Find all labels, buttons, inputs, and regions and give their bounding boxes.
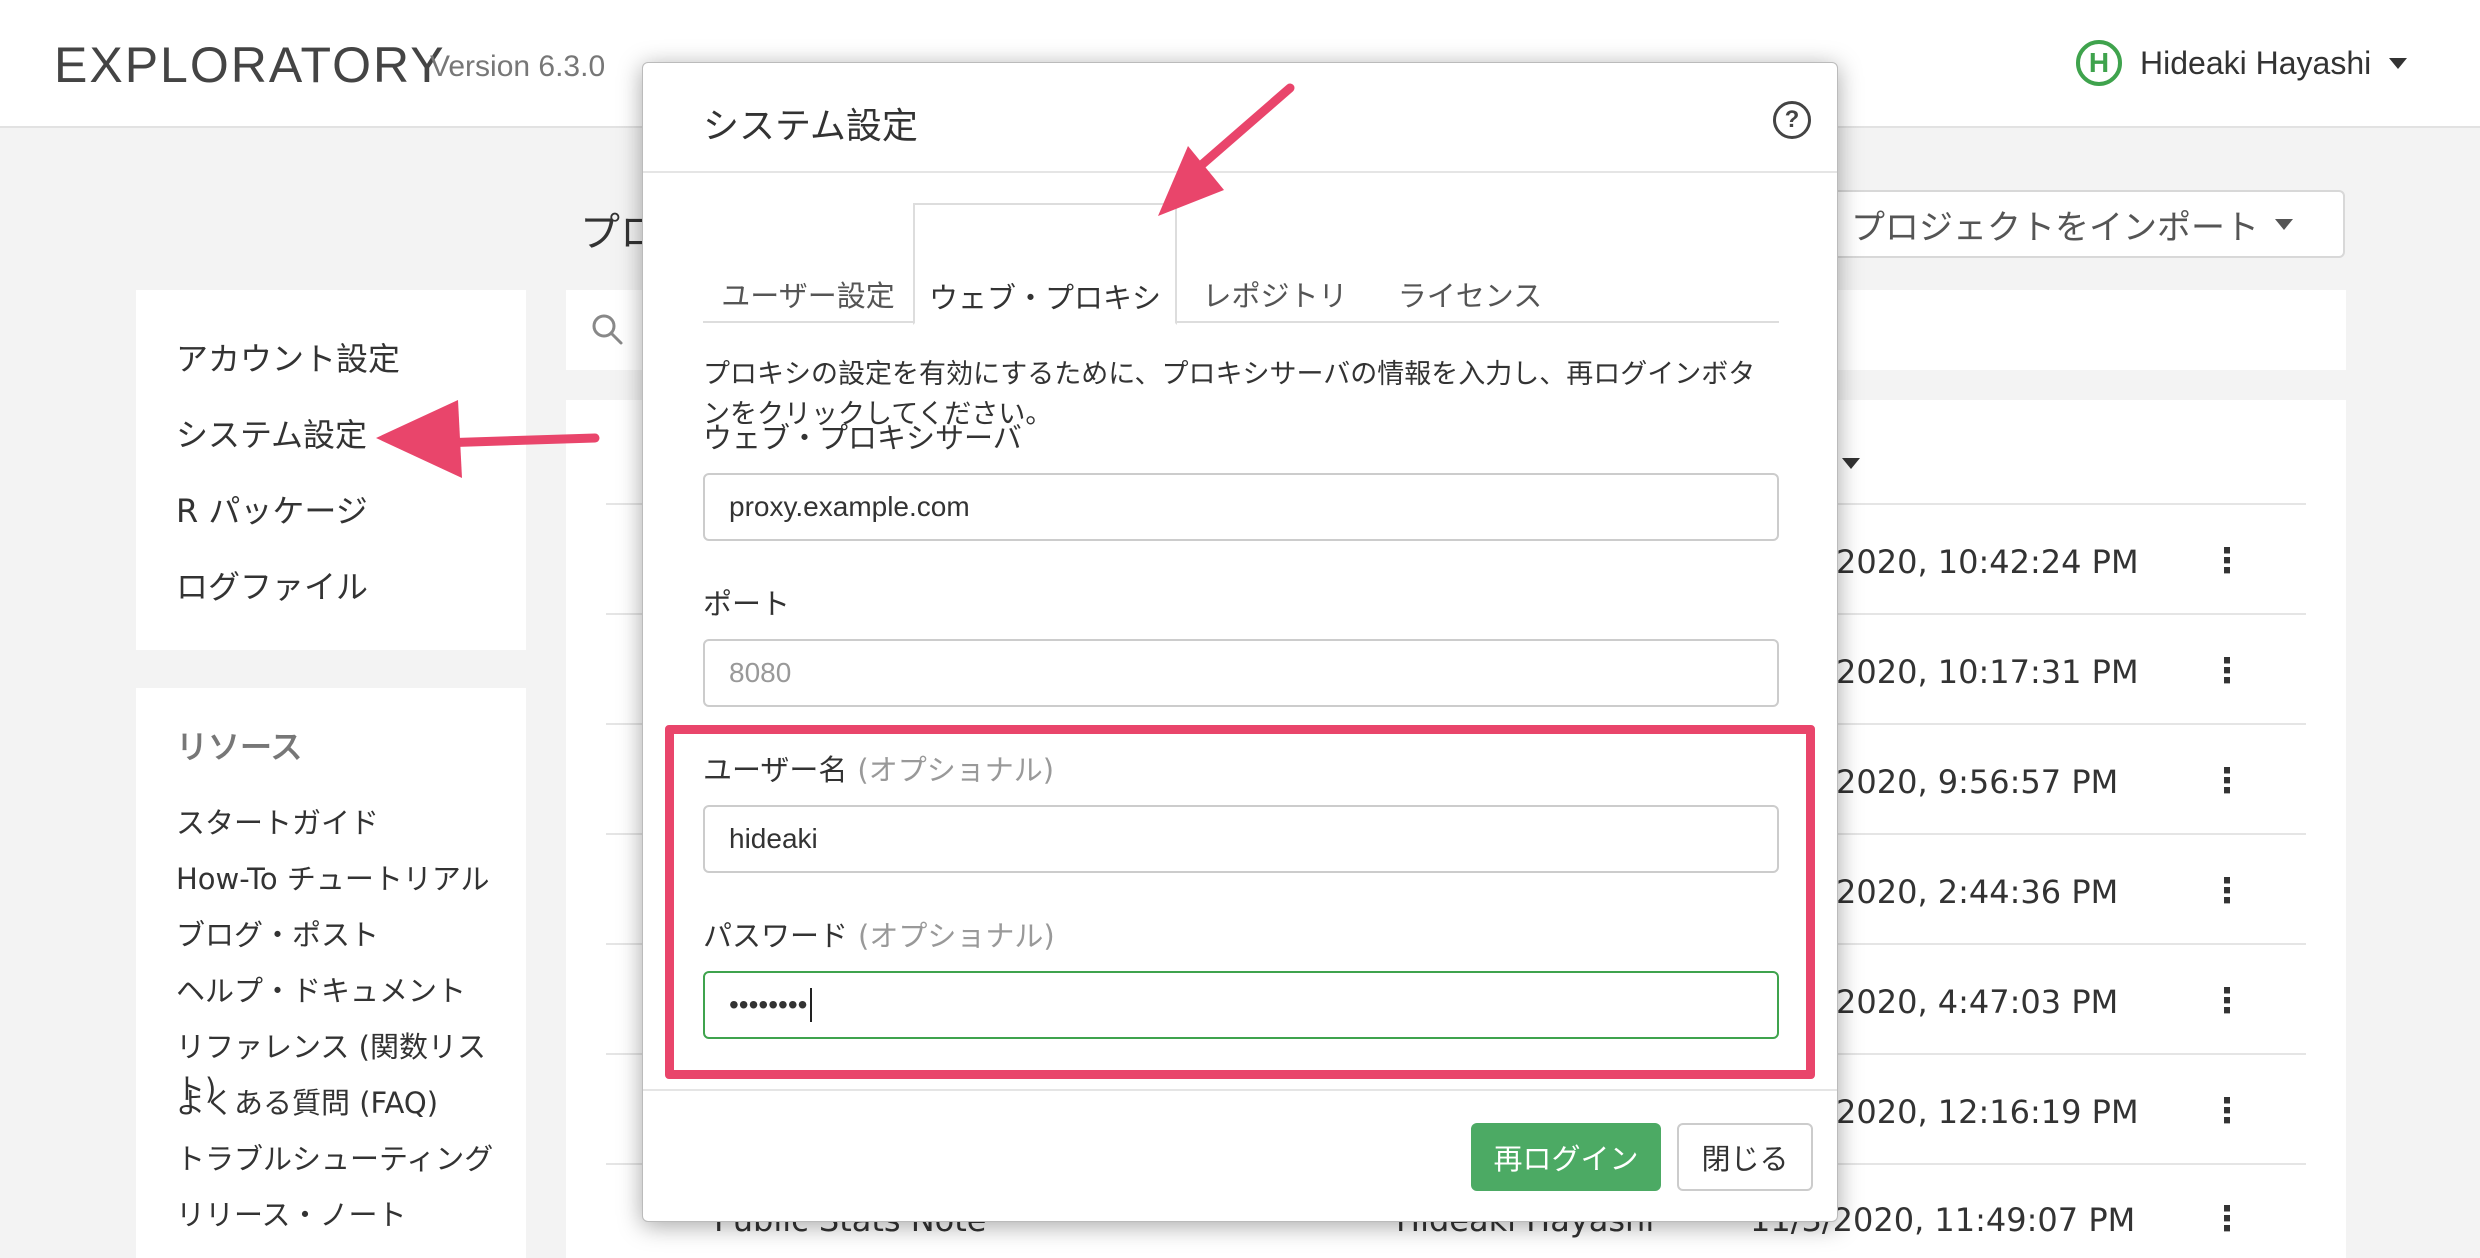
annotation-arrows (376, 83, 1295, 478)
arrow-to-web-proxy-tab-icon (1158, 83, 1295, 216)
arrow-to-system-settings-icon (376, 400, 600, 478)
